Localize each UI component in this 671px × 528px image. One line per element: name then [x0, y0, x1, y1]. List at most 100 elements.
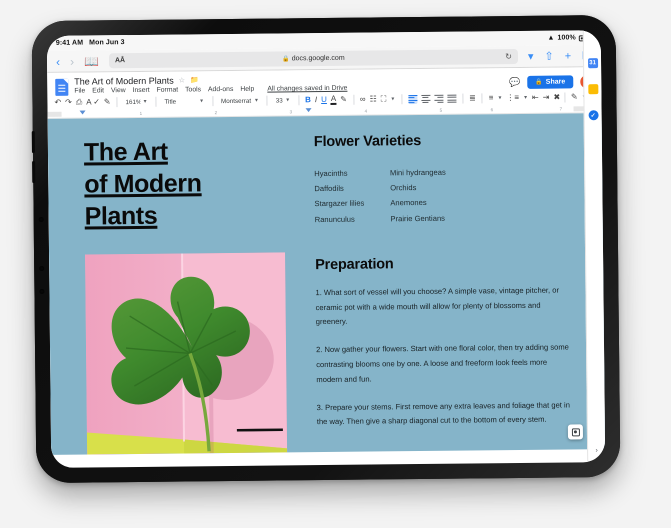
share-button-label: Share — [545, 78, 566, 86]
google-docs-icon — [55, 78, 69, 96]
spellcheck-icon[interactable]: A ✓ — [86, 97, 100, 106]
preparation-step-3: 3. Prepare your stems. First remove any … — [316, 399, 570, 427]
menu-edit[interactable]: Edit — [92, 87, 104, 94]
chevron-down-icon: ▼ — [285, 97, 291, 104]
ruler-number: 4 — [364, 108, 368, 114]
indent-increase-icon[interactable]: ⇥ — [543, 93, 550, 102]
comment-icon[interactable]: 💬 — [509, 77, 520, 88]
list-item: Mini hydrangeas — [389, 167, 446, 178]
link-icon[interactable]: ∞ — [360, 95, 366, 104]
font-size-value: 33 — [275, 96, 283, 105]
google-docs-app: The Art of Modern Plants ☆ 📁 File Edit V… — [47, 67, 606, 455]
clear-formatting-icon[interactable]: ✖ — [553, 93, 560, 102]
google-keep-icon[interactable] — [587, 84, 598, 95]
toolbar-divider — [401, 94, 403, 105]
menu-insert[interactable]: Insert — [133, 87, 150, 94]
toolbar-divider — [564, 92, 566, 103]
monstera-leaf-photo[interactable] — [85, 252, 288, 455]
undo-icon[interactable]: ↶ — [54, 98, 61, 107]
book-icon[interactable]: 📖 — [84, 54, 99, 68]
print-icon[interactable]: ⎙ — [76, 98, 83, 107]
highlight-icon[interactable]: ✎ — [340, 95, 347, 104]
align-left-icon[interactable] — [408, 94, 418, 104]
menu-format[interactable]: Format — [157, 87, 179, 94]
menu-file[interactable]: File — [74, 88, 85, 95]
ipad-device: 9:41 AM Mon Jun 3 ▲ 100% ‹ › 📖 AÅ 🔒 docs… — [31, 14, 621, 484]
back-icon[interactable]: ‹ — [56, 54, 60, 68]
list-item: Anemones — [390, 198, 427, 208]
chevron-down-icon[interactable]: ▼ — [497, 95, 502, 101]
align-right-icon[interactable] — [434, 94, 444, 103]
pencil-icon[interactable]: ✎ — [571, 92, 578, 101]
chevron-down-icon: ▼ — [199, 98, 205, 105]
numbered-list-icon[interactable]: ≡ — [489, 93, 494, 102]
chevron-down-icon[interactable]: ▼ — [390, 96, 395, 102]
list-item: Stargazer lilies — [314, 198, 365, 209]
section-heading-flower-varieties: Flower Varieties — [313, 132, 422, 151]
google-calendar-icon[interactable]: 31 — [587, 58, 598, 69]
document-canvas[interactable]: The Art of Modern Plants Flower Varietie… — [47, 113, 606, 455]
menu-addons[interactable]: Add-ons — [208, 86, 233, 93]
preparation-step-2: 2. Now gather your flowers. Start with o… — [316, 342, 569, 384]
zoom-selector[interactable]: 161% ▼ — [123, 97, 150, 107]
chevron-right-icon[interactable]: › — [595, 447, 597, 454]
explore-icon[interactable] — [567, 424, 584, 440]
align-justify-icon[interactable] — [447, 94, 457, 103]
title-line: The Art — [83, 137, 168, 167]
document-page: The Art of Modern Plants Flower Varietie… — [48, 113, 605, 455]
volume-down-button[interactable] — [31, 161, 35, 184]
menu-help[interactable]: Help — [240, 86, 254, 93]
forward-icon[interactable]: › — [70, 54, 74, 68]
line-spacing-icon[interactable]: ≣ — [469, 93, 476, 102]
menu-view[interactable]: View — [111, 87, 126, 94]
battery-percent-label: 100% — [557, 34, 576, 42]
document-title[interactable]: The Art of Modern Plants — [74, 76, 174, 87]
font-size-selector[interactable]: 33 ▼ — [273, 95, 293, 106]
folder-icon[interactable]: 📁 — [190, 76, 199, 84]
star-icon[interactable]: ☆ — [179, 76, 185, 84]
chevron-down-icon[interactable]: ▼ — [523, 95, 528, 101]
insert-image-icon[interactable]: ⛶ — [381, 94, 387, 103]
menu-tools[interactable]: Tools — [185, 86, 201, 93]
volume-up-button[interactable] — [31, 131, 35, 154]
ruler-number: 7 — [559, 106, 563, 112]
align-center-icon[interactable] — [421, 94, 431, 103]
save-state-label[interactable]: All changes saved in Drive — [267, 85, 347, 93]
share-button[interactable]: 🔒 Share — [527, 75, 574, 89]
varieties-column-right: Mini hydrangeas Orchids Anemones Prairie… — [390, 165, 446, 226]
reload-icon[interactable]: ↻ — [505, 52, 512, 61]
docs-header-actions: 💬 🔒 Share D — [509, 75, 594, 89]
indent-marker-icon[interactable] — [79, 110, 86, 115]
toolbar-divider — [155, 96, 157, 107]
document-right-column: Flower Varieties Hyacinths Daffodils Sta… — [314, 131, 575, 452]
share-icon[interactable]: ⇧ — [544, 50, 553, 63]
status-time: 9:41 AM — [55, 39, 84, 47]
ruler-number: 3 — [289, 108, 293, 114]
font-family-selector[interactable]: Montserrat ▼ — [218, 96, 261, 106]
redo-icon[interactable]: ↷ — [65, 98, 72, 107]
italic-button[interactable]: I — [315, 95, 317, 104]
toolbar-divider — [462, 93, 464, 104]
ruler-margin-left — [47, 111, 62, 117]
ruler-number: 5 — [439, 107, 443, 113]
preparation-step-1: 1. What sort of vessel will you choose? … — [315, 285, 560, 327]
paint-format-icon[interactable]: ✎ — [104, 97, 111, 106]
docs-title-block: The Art of Modern Plants ☆ 📁 File Edit V… — [74, 74, 347, 95]
add-comment-icon[interactable]: ☷ — [370, 94, 377, 103]
bold-button[interactable]: B — [305, 95, 311, 104]
address-bar[interactable]: AÅ 🔒 docs.google.com ↻ — [108, 48, 519, 69]
bulleted-list-icon[interactable]: ⋮≡ — [506, 93, 519, 102]
status-bar-left: 9:41 AM Mon Jun 3 — [56, 39, 125, 47]
download-icon[interactable]: ▾ — [528, 50, 534, 63]
paragraph-style-selector[interactable]: Title ▼ — [162, 96, 207, 107]
screenshot-root: 9:41 AM Mon Jun 3 ▲ 100% ‹ › 📖 AÅ 🔒 docs… — [0, 0, 671, 528]
indent-decrease-icon[interactable]: ⇤ — [532, 93, 539, 102]
underline-button[interactable]: U — [321, 95, 327, 104]
google-tasks-icon[interactable]: ✓ — [588, 110, 599, 121]
indent-marker-icon[interactable] — [305, 108, 312, 113]
url-value: docs.google.com — [291, 54, 345, 63]
text-color-button[interactable]: A — [331, 94, 337, 105]
chevron-down-icon: ▼ — [142, 98, 148, 105]
chevron-down-icon: ▼ — [253, 97, 259, 104]
plus-icon[interactable]: + — [565, 50, 572, 62]
